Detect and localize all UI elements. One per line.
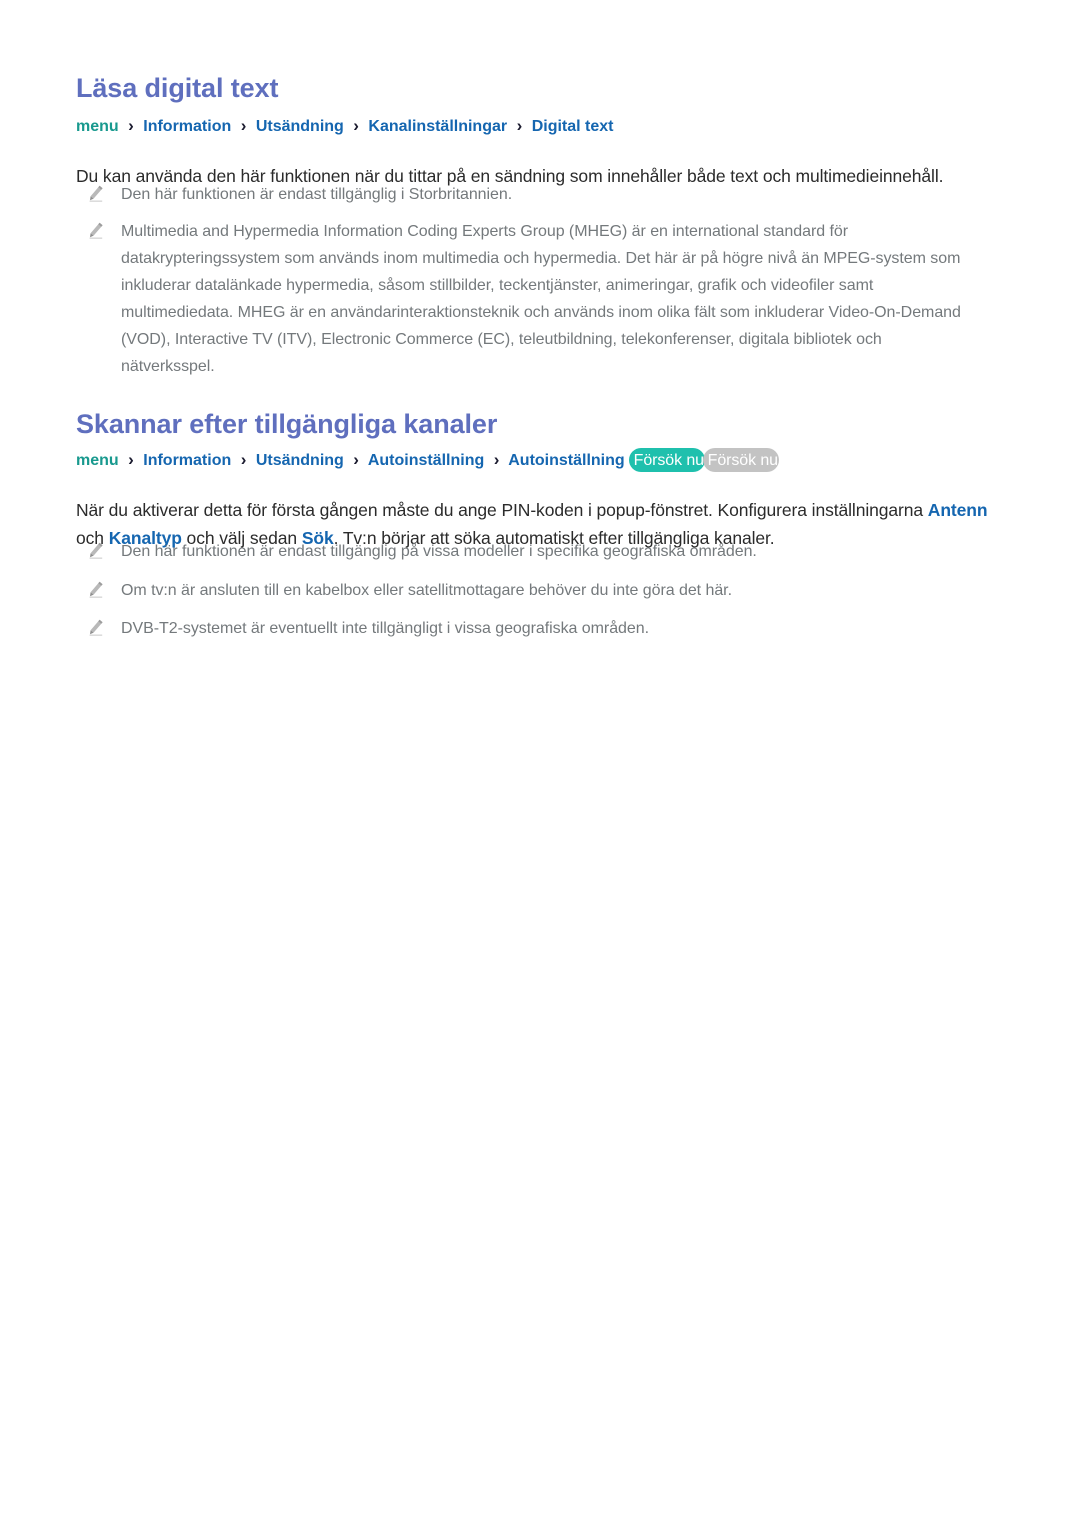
breadcrumb-root[interactable]: menu — [76, 452, 119, 469]
pencil-icon — [89, 185, 103, 202]
paragraph-part-1: När du aktiverar detta för första gången… — [76, 499, 928, 520]
breadcrumb-root[interactable]: menu — [76, 118, 119, 135]
note-item: Multimedia and Hypermedia Information Co… — [88, 218, 978, 380]
breadcrumb-item-digital-text[interactable]: Digital text — [532, 118, 614, 135]
note-text: DVB-T2-systemet är eventuellt inte tillg… — [121, 620, 649, 637]
note-text: Den här funktionen är endast tillgänglig… — [121, 186, 513, 203]
chevron-right-icon: › — [516, 116, 523, 135]
pencil-icon — [89, 619, 103, 636]
highlight-antenn: Antenn — [927, 499, 988, 520]
manual-page: Läsa digital text menu › Information › U… — [0, 0, 1080, 1527]
breadcrumb-item-information[interactable]: Information — [143, 452, 231, 469]
breadcrumb-item-utsandning[interactable]: Utsändning — [256, 452, 344, 469]
breadcrumb-item-information[interactable]: Information — [143, 118, 231, 135]
note-item: Den här funktionen är endast tillgänglig… — [88, 181, 988, 208]
breadcrumb-item-autoinstallning-1[interactable]: Autoinställning — [368, 452, 484, 469]
breadcrumb-item-autoinstallning-2[interactable]: Autoinställning — [508, 452, 624, 469]
try-now-badge-label: Försök nu — [633, 452, 704, 469]
try-now-badge-label: Försök nu — [707, 452, 778, 469]
note-text: Den här funktionen är endast tillgänglig… — [121, 543, 757, 560]
note-text: Om tv:n är ansluten till en kabelbox ell… — [121, 582, 732, 599]
note-item: Den här funktionen är endast tillgänglig… — [88, 538, 988, 565]
pencil-icon — [89, 581, 103, 598]
try-now-badge-disabled[interactable]: Försök nu — [702, 448, 779, 472]
chevron-right-icon: › — [128, 116, 134, 135]
pencil-icon — [89, 222, 103, 239]
note-item: Om tv:n är ansluten till en kabelbox ell… — [88, 577, 988, 604]
chevron-right-icon: › — [240, 450, 247, 470]
try-now-badge-active[interactable]: Försök nu — [628, 448, 705, 472]
chevron-right-icon: › — [353, 450, 359, 470]
chevron-right-icon: › — [353, 116, 359, 135]
breadcrumb-autoinstallning: menu › Information › Utsändning › Autoin… — [76, 448, 779, 473]
breadcrumb-digital-text: menu › Information › Utsändning › Kanali… — [76, 115, 613, 138]
breadcrumb-item-kanalinstallningar[interactable]: Kanalinställningar — [368, 118, 507, 135]
chevron-right-icon: › — [493, 450, 500, 470]
chevron-right-icon: › — [128, 450, 134, 470]
pencil-icon — [89, 542, 103, 559]
note-item: DVB-T2-systemet är eventuellt inte tillg… — [88, 615, 988, 642]
breadcrumb-item-utsandning[interactable]: Utsändning — [256, 118, 344, 135]
page-title-lasa-digital-text: Läsa digital text — [76, 73, 279, 103]
page-title-skannar-efter-tillgangliga-kanaler: Skannar efter tillgängliga kanaler — [76, 409, 498, 439]
note-text: Multimedia and Hypermedia Information Co… — [121, 223, 961, 375]
chevron-right-icon: › — [240, 116, 247, 135]
